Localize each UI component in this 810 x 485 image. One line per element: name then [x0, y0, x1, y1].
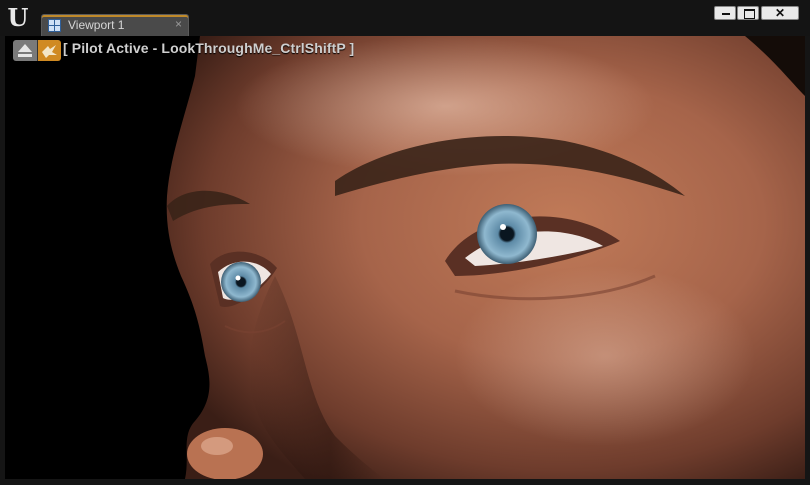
viewport[interactable]: [ Pilot Active - LookThroughMe_CtrlShift… [5, 36, 805, 479]
minimize-button[interactable] [714, 6, 736, 20]
viewport-grid-icon [48, 19, 61, 32]
pilot-status-label: [ Pilot Active - LookThroughMe_CtrlShift… [63, 40, 355, 56]
minimize-icon [722, 13, 730, 15]
pilot-camera-button[interactable] [38, 40, 61, 61]
tab-label: Viewport 1 [68, 18, 125, 32]
editor-window: U Viewport 1 × ✕ [Pilot Active - LookTh… [0, 0, 810, 485]
tab-viewport-1[interactable]: Viewport 1 × [41, 14, 189, 36]
unreal-logo: U [7, 3, 29, 32]
close-button[interactable]: ✕ [761, 6, 799, 20]
maximize-button[interactable] [737, 6, 759, 20]
face-render [166, 36, 805, 479]
eject-button[interactable] [13, 40, 38, 61]
maximize-icon [744, 9, 755, 19]
tab-close-icon[interactable]: × [175, 17, 182, 31]
eject-icon [18, 44, 32, 57]
pilot-camera-icon [42, 45, 57, 58]
viewport-toolbar [13, 40, 61, 61]
close-icon: ✕ [774, 6, 786, 20]
title-bar[interactable]: U Viewport 1 × ✕ [0, 0, 810, 36]
